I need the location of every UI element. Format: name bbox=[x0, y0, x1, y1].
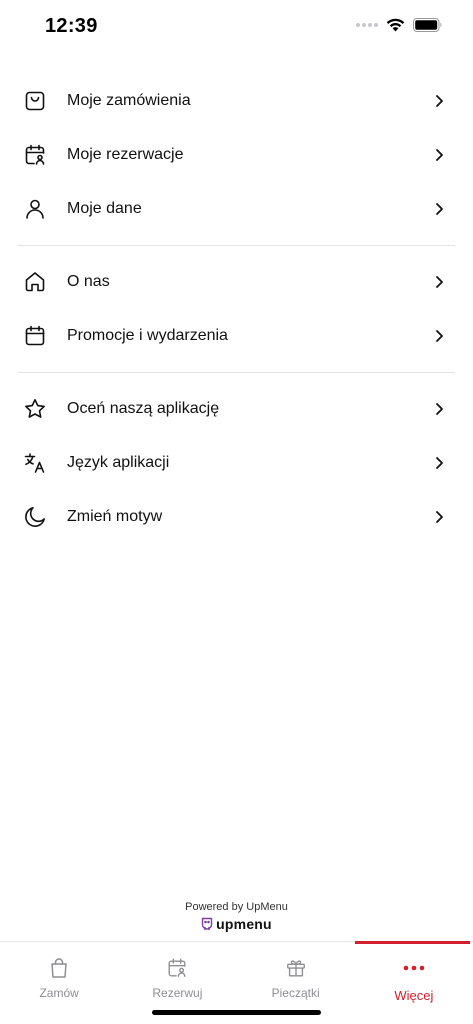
wifi-icon bbox=[386, 18, 405, 32]
menu-item-label: Zmień motyw bbox=[67, 508, 163, 525]
home-indicator[interactable] bbox=[152, 1010, 321, 1015]
more-menu: Moje zamówienia Moje rezerwacje Moje dan… bbox=[18, 74, 455, 544]
gift-icon bbox=[285, 956, 307, 980]
menu-item-label: Język aplikacji bbox=[67, 454, 170, 471]
more-dots-icon bbox=[403, 956, 425, 980]
menu-item-label: Moje rezerwacje bbox=[67, 146, 184, 163]
menu-item-my-reservations[interactable]: Moje rezerwacje bbox=[18, 128, 455, 182]
shopping-bag-icon bbox=[49, 956, 69, 980]
powered-by-text: Powered by UpMenu bbox=[185, 901, 288, 913]
tab-more[interactable]: Więcej bbox=[354, 941, 473, 1024]
shopping-bag-icon bbox=[20, 86, 50, 116]
status-time: 12:39 bbox=[45, 15, 98, 37]
tab-label: Pieczątki bbox=[271, 986, 320, 1000]
status-icons bbox=[356, 18, 443, 32]
tab-label: Rezerwuj bbox=[152, 986, 203, 1000]
translate-icon bbox=[20, 448, 50, 478]
star-icon bbox=[20, 394, 50, 424]
home-icon bbox=[20, 267, 50, 297]
chevron-right-icon bbox=[429, 507, 449, 527]
menu-item-rate-app[interactable]: Oceń naszą aplikację bbox=[18, 382, 455, 436]
menu-item-label: Promocje i wydarzenia bbox=[67, 327, 228, 344]
chevron-right-icon bbox=[429, 272, 449, 292]
menu-item-my-data[interactable]: Moje dane bbox=[18, 182, 455, 236]
tab-label: Więcej bbox=[394, 988, 434, 1003]
status-bar: 12:39 bbox=[0, 0, 473, 54]
menu-item-promotions-events[interactable]: Promocje i wydarzenia bbox=[18, 309, 455, 363]
menu-item-about-us[interactable]: O nas bbox=[18, 255, 455, 309]
chevron-right-icon bbox=[429, 326, 449, 346]
chevron-right-icon bbox=[429, 145, 449, 165]
cellular-signal-icon bbox=[356, 23, 378, 27]
user-icon bbox=[20, 194, 50, 224]
chevron-right-icon bbox=[429, 453, 449, 473]
battery-icon bbox=[413, 18, 442, 32]
powered-by: Powered by UpMenu upmenu bbox=[0, 901, 473, 932]
calendar-user-icon bbox=[20, 140, 50, 170]
upmenu-logo[interactable]: upmenu bbox=[0, 916, 473, 932]
upmenu-logo-text: upmenu bbox=[216, 916, 272, 932]
menu-item-label: O nas bbox=[67, 273, 110, 290]
calendar-icon bbox=[20, 321, 50, 351]
tab-order[interactable]: Zamów bbox=[0, 942, 118, 1024]
chevron-right-icon bbox=[429, 199, 449, 219]
chevron-right-icon bbox=[429, 91, 449, 111]
menu-divider bbox=[18, 245, 455, 246]
menu-item-label: Moje dane bbox=[67, 200, 142, 217]
chevron-right-icon bbox=[429, 399, 449, 419]
tab-label: Zamów bbox=[39, 986, 79, 1000]
menu-item-change-theme[interactable]: Zmień motyw bbox=[18, 490, 455, 544]
moon-icon bbox=[20, 502, 50, 532]
calendar-user-icon bbox=[166, 956, 188, 980]
menu-item-label: Oceń naszą aplikację bbox=[67, 400, 220, 417]
menu-item-app-language[interactable]: Język aplikacji bbox=[18, 436, 455, 490]
menu-item-label: Moje zamówienia bbox=[67, 92, 191, 109]
menu-divider bbox=[18, 372, 455, 373]
menu-item-my-orders[interactable]: Moje zamówienia bbox=[18, 74, 455, 128]
upmenu-logo-icon bbox=[201, 917, 213, 931]
